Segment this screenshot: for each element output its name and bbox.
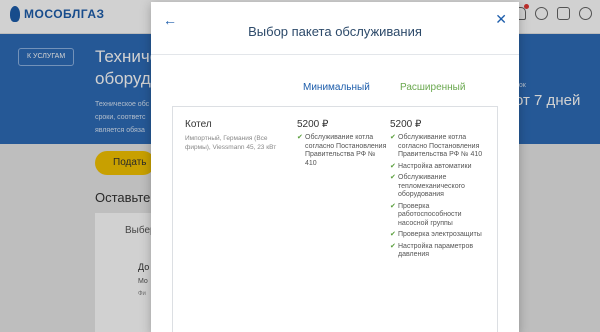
feature-text: Настройка автоматики [398, 162, 472, 170]
column-minimal[interactable]: Минимальный [303, 82, 370, 93]
extended-price: 5200 ₽ [390, 119, 422, 130]
check-icon: ✔ [390, 242, 396, 250]
feature-item: ✔ Проверка работоспособности насосной гр… [390, 203, 490, 229]
modal-title: Выбор пакета обслуживания [248, 24, 422, 39]
extended-package[interactable]: 5200 ₽ ✔ Обслуживание котла согласно Пос… [390, 119, 490, 263]
column-extended[interactable]: Расширенный [400, 82, 465, 93]
feature-text: Проверка электрозащиты [398, 231, 482, 238]
feature-item: ✔ Настройка параметров давления [390, 243, 490, 260]
check-icon: ✔ [390, 202, 396, 210]
feature-item: ✔ Обслуживание котла согласно Постановле… [297, 134, 389, 168]
feature-text: Настройка параметров давления [398, 242, 474, 259]
minimal-price: 5200 ₽ [297, 119, 329, 130]
check-icon: ✔ [390, 174, 396, 181]
feature-item: ✔ Настройка автоматики [390, 163, 490, 172]
check-icon: ✔ [390, 162, 396, 170]
feature-item: ✔ Проверка электрозащиты [390, 231, 490, 240]
feature-text: Проверка работоспособности насосной груп… [398, 202, 462, 227]
package-selection-modal: ← ✕ Выбор пакета обслуживания Минимальны… [151, 2, 519, 332]
check-icon: ✔ [390, 231, 396, 238]
feature-text: Обслуживание тепломеханического оборудов… [398, 174, 465, 198]
feature-text: Обслуживание котла согласно Постановлени… [398, 134, 483, 158]
modal-divider [151, 54, 519, 55]
check-icon: ✔ [297, 134, 303, 141]
minimal-package[interactable]: 5200 ₽ ✔ Обслуживание котла согласно Пос… [297, 119, 389, 171]
package-table: Котел Импортный, Германия (Все фирмы), V… [172, 106, 498, 332]
check-icon: ✔ [390, 134, 396, 141]
feature-text: Обслуживание котла согласно Постановлени… [305, 134, 387, 167]
feature-item: ✔ Обслуживание тепломеханического оборуд… [390, 174, 490, 200]
equipment-name: Котел [185, 119, 212, 130]
feature-item: ✔ Обслуживание котла согласно Постановле… [390, 134, 490, 160]
equipment-description: Импортный, Германия (Все фирмы), Viessma… [185, 135, 277, 151]
